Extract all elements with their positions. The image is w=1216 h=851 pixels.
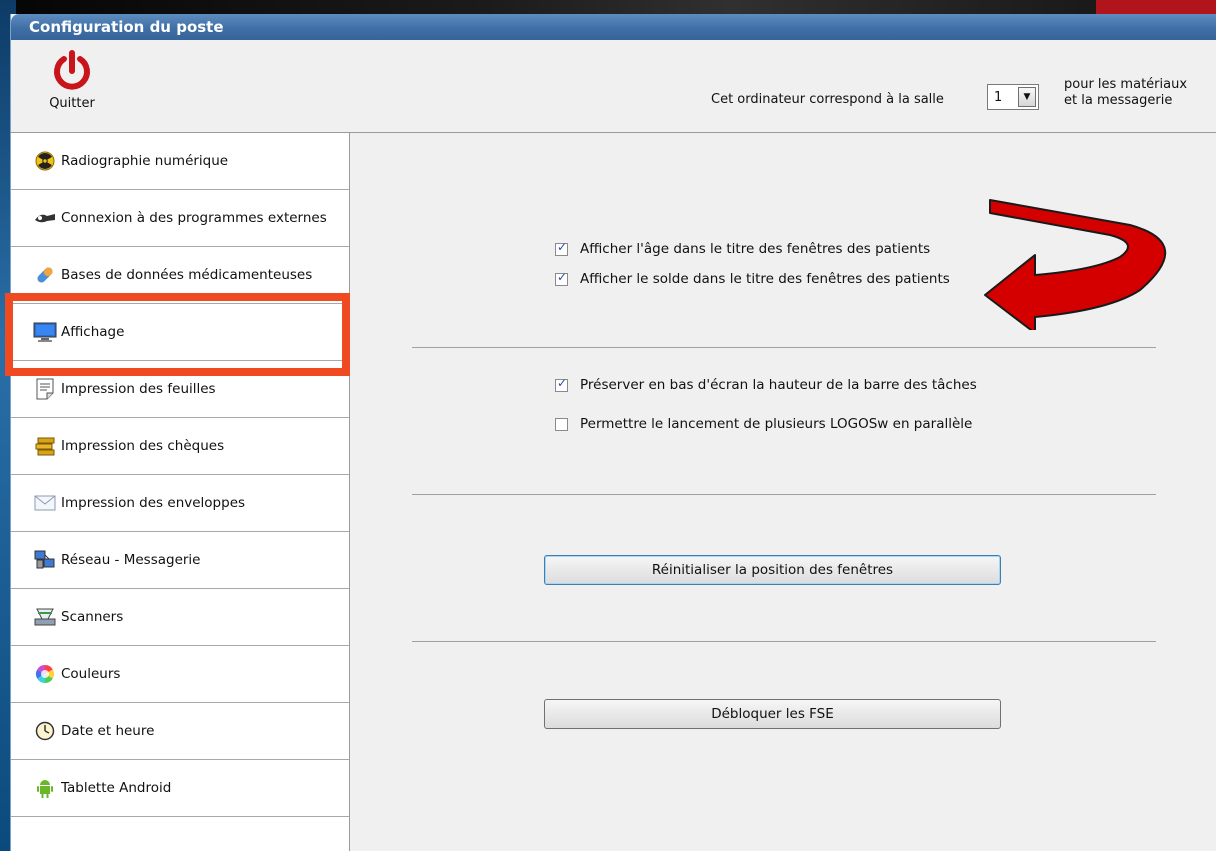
plug-icon xyxy=(33,207,57,229)
monitor-icon xyxy=(33,321,57,343)
checkbox-taskbar[interactable] xyxy=(555,376,568,392)
android-icon xyxy=(33,777,57,799)
config-window: Configuration du poste Quitter Cet ordin… xyxy=(5,14,1216,851)
sidebar-item-date[interactable]: Date et heure xyxy=(11,703,349,760)
sidebar-item-label: Scanners xyxy=(61,609,124,625)
checkbox-row-taskbar[interactable]: Préserver en bas d'écran la hauteur de l… xyxy=(555,376,977,393)
room-select-value: 1 xyxy=(994,90,1003,105)
checkbox-multi-label: Permettre le lancement de plusieurs LOGO… xyxy=(580,416,973,432)
sidebar-item-label: Connexion à des programmes externes xyxy=(61,210,327,226)
desktop-background-top xyxy=(0,0,1216,14)
chevron-down-icon[interactable]: ▼ xyxy=(1018,87,1036,107)
sidebar-item-cheques[interactable]: Impression des chèques xyxy=(11,418,349,475)
checkbox-age[interactable] xyxy=(555,240,568,256)
radiation-icon xyxy=(33,150,57,172)
sidebar-item-reseau[interactable]: Réseau - Messagerie xyxy=(11,532,349,589)
red-curved-arrow-icon xyxy=(984,199,1167,330)
color-wheel-icon xyxy=(33,663,57,685)
checkbox-age-label: Afficher l'âge dans le titre des fenêtre… xyxy=(580,241,931,257)
envelope-icon xyxy=(33,492,57,514)
checkbox-row-age[interactable]: Afficher l'âge dans le titre des fenêtre… xyxy=(555,240,931,257)
room-suffix-line2: et la messagerie xyxy=(1064,93,1173,108)
sidebar-item-label: Affichage xyxy=(61,324,125,340)
separator xyxy=(412,347,1156,348)
sidebar-item-label: Tablette Android xyxy=(61,780,172,796)
quit-label: Quitter xyxy=(49,96,95,111)
window-title: Configuration du poste xyxy=(11,14,1216,40)
sidebar-item-label: Date et heure xyxy=(61,723,155,739)
checkbox-multi[interactable] xyxy=(555,417,568,431)
room-suffix: pour les matériaux et la messagerie xyxy=(1064,77,1187,109)
power-icon xyxy=(54,50,90,90)
sidebar-item-label: Impression des enveloppes xyxy=(61,495,246,511)
sidebar-item-connexion[interactable]: Connexion à des programmes externes xyxy=(11,190,349,247)
sidebar-item-android[interactable]: Tablette Android xyxy=(11,760,349,817)
separator xyxy=(412,494,1156,495)
checkbox-row-solde[interactable]: Afficher le solde dans le titre des fenê… xyxy=(555,270,950,287)
checkbox-solde[interactable] xyxy=(555,270,568,286)
sidebar-item-label: Réseau - Messagerie xyxy=(61,552,201,568)
room-select[interactable]: 1 ▼ xyxy=(987,84,1039,110)
network-icon xyxy=(33,549,57,571)
sidebar-item-label: Couleurs xyxy=(61,666,121,682)
sidebar: Radiographie numérique Connexion à des p… xyxy=(11,133,350,851)
sidebar-item-enveloppes[interactable]: Impression des enveloppes xyxy=(11,475,349,532)
sidebar-item-label: Bases de données médicamenteuses xyxy=(61,267,313,283)
room-label: Cet ordinateur correspond à la salle xyxy=(711,92,944,107)
reset-windows-button[interactable]: Réinitialiser la position des fenêtres xyxy=(544,555,1001,585)
checkbox-solde-label: Afficher le solde dans le titre des fenê… xyxy=(580,271,950,287)
sidebar-item-bases[interactable]: Bases de données médicamenteuses xyxy=(11,247,349,304)
quit-button[interactable]: Quitter xyxy=(37,50,107,124)
sidebar-item-radiographie[interactable]: Radiographie numérique xyxy=(11,133,349,190)
scanner-icon xyxy=(33,606,57,628)
toolbar: Quitter Cet ordinateur correspond à la s… xyxy=(11,40,1216,133)
cheque-icon xyxy=(33,435,57,457)
room-suffix-line1: pour les matériaux xyxy=(1064,77,1188,92)
content-panel: Afficher l'âge dans le titre des fenêtre… xyxy=(350,133,1216,851)
sidebar-item-couleurs[interactable]: Couleurs xyxy=(11,646,349,703)
clock-icon xyxy=(33,720,57,742)
sidebar-item-label: Impression des feuilles xyxy=(61,381,216,397)
pill-icon xyxy=(33,264,57,286)
sidebar-item-feuilles[interactable]: Impression des feuilles xyxy=(11,361,349,418)
checkbox-taskbar-label: Préserver en bas d'écran la hauteur de l… xyxy=(580,377,977,393)
checkbox-row-multi[interactable]: Permettre le lancement de plusieurs LOGO… xyxy=(555,416,972,432)
sidebar-item-scanners[interactable]: Scanners xyxy=(11,589,349,646)
separator xyxy=(412,641,1156,642)
sidebar-item-affichage[interactable]: Affichage xyxy=(11,304,349,361)
unlock-fse-button[interactable]: Débloquer les FSE xyxy=(544,699,1001,729)
document-icon xyxy=(33,378,57,400)
sidebar-item-label: Radiographie numérique xyxy=(61,153,229,169)
sidebar-item-label: Impression des chèques xyxy=(61,438,225,454)
